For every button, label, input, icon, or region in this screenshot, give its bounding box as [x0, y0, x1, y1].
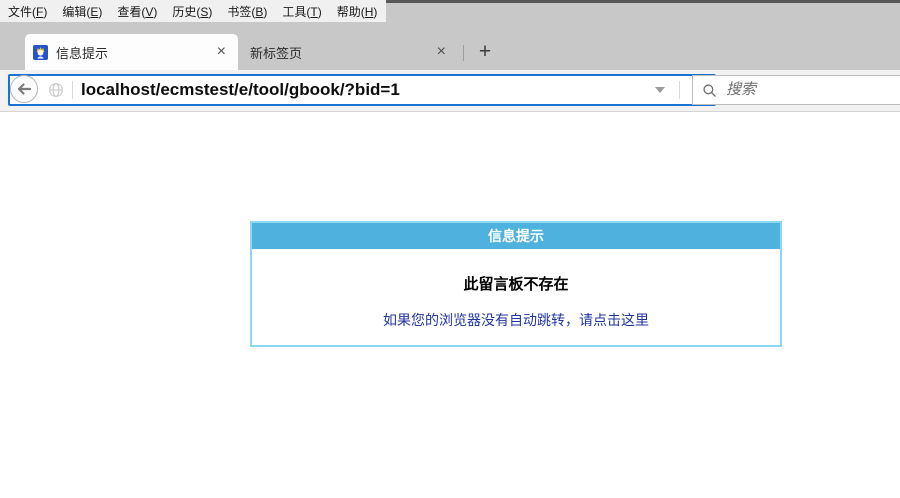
- menu-label: 查看(: [117, 5, 145, 19]
- menu-item-view[interactable]: 查看(V): [117, 3, 157, 20]
- redirect-link[interactable]: 如果您的浏览器没有自动跳转，请点击这里: [262, 310, 770, 330]
- browser-chrome: 文件(F) 编辑(E) 查看(V) 历史(S) 书签(B) 工具(T) 帮助(H…: [0, 0, 900, 70]
- page-content: 信息提示 此留言板不存在 如果您的浏览器没有自动跳转，请点击这里: [0, 112, 900, 498]
- dialog-body: 此留言板不存在 如果您的浏览器没有自动跳转，请点击这里: [252, 249, 780, 345]
- dialog-message: 此留言板不存在: [262, 273, 770, 294]
- url-bar[interactable]: [8, 74, 716, 106]
- close-icon[interactable]: ×: [433, 44, 450, 60]
- menu-item-bookmarks[interactable]: 书签(B): [227, 3, 267, 20]
- urlbar-divider: [679, 81, 680, 99]
- menu-label: 历史(: [172, 5, 200, 19]
- menu-label: ): [208, 5, 212, 19]
- tab-strip-divider: [463, 45, 464, 61]
- menu-item-file[interactable]: 文件(F): [8, 3, 47, 20]
- site-favicon-icon: [33, 45, 48, 60]
- menu-item-tools[interactable]: 工具(T): [282, 3, 321, 20]
- menu-label: ): [153, 5, 157, 19]
- tab-new-tab[interactable]: 新标签页 ×: [238, 34, 462, 70]
- tab-label: 新标签页: [250, 43, 433, 62]
- menu-label: 编辑(: [62, 5, 90, 19]
- search-icon: [702, 83, 717, 98]
- window-top-edge: [386, 0, 900, 3]
- close-icon[interactable]: ×: [213, 44, 230, 60]
- tab-info-notice[interactable]: 信息提示 ×: [25, 34, 238, 70]
- globe-icon: [48, 82, 64, 98]
- menu-label: 文件(: [8, 5, 36, 19]
- back-button[interactable]: [10, 75, 38, 103]
- dialog-title: 信息提示: [252, 223, 780, 249]
- url-input[interactable]: [81, 80, 649, 100]
- back-arrow-icon: [16, 82, 32, 96]
- menu-access-key: T: [310, 5, 317, 19]
- menu-item-history[interactable]: 历史(S): [172, 3, 212, 20]
- menu-item-help[interactable]: 帮助(H): [337, 3, 378, 20]
- menu-item-edit[interactable]: 编辑(E): [62, 3, 102, 20]
- menu-label: 书签(: [227, 5, 255, 19]
- menu-label: ): [318, 5, 322, 19]
- navigation-toolbar: [0, 70, 900, 112]
- menu-label: ): [373, 5, 377, 19]
- menu-label: 帮助(: [337, 5, 365, 19]
- message-dialog: 信息提示 此留言板不存在 如果您的浏览器没有自动跳转，请点击这里: [250, 221, 782, 347]
- menu-label: ): [263, 5, 267, 19]
- chevron-down-icon[interactable]: [655, 87, 665, 93]
- search-box[interactable]: [692, 75, 900, 105]
- urlbar-divider: [72, 81, 73, 99]
- menu-bar: 文件(F) 编辑(E) 查看(V) 历史(S) 书签(B) 工具(T) 帮助(H…: [0, 0, 386, 22]
- new-tab-button[interactable]: +: [470, 38, 500, 66]
- menu-label: ): [98, 5, 102, 19]
- menu-label: 工具(: [282, 5, 310, 19]
- menu-label: ): [43, 5, 47, 19]
- tab-label: 信息提示: [56, 43, 213, 62]
- search-input[interactable]: [724, 81, 900, 100]
